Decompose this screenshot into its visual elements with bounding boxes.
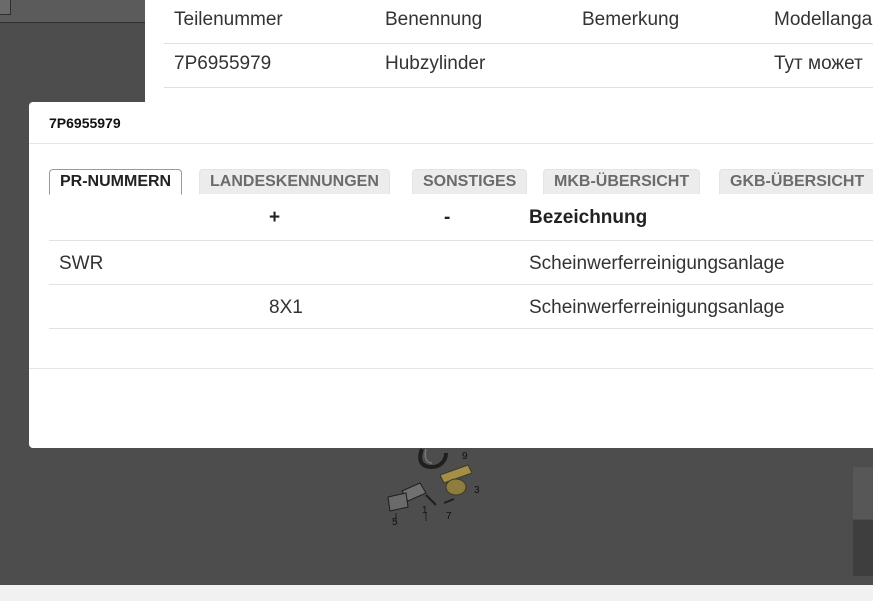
background-side-panel-dark xyxy=(853,520,873,576)
pr-nummern-table: + - Bezeichnung SWR Scheinwerferreinigun… xyxy=(49,195,873,329)
table-header: + - Bezeichnung xyxy=(49,195,873,241)
tab-sonstiges[interactable]: SONSTIGES xyxy=(412,169,528,194)
modal-tabs: PR-NUMMERN LANDESKENNUNGEN SONSTIGES MKB… xyxy=(49,169,873,195)
modal-title: 7P6955979 xyxy=(49,115,121,131)
background-table-header: Teilenummer Benennung Bemerkung Modellan… xyxy=(164,0,873,44)
cell-plus: 8X1 xyxy=(269,297,303,318)
background-cell-benennung: Hubzylinder xyxy=(385,53,486,74)
background-cell-modellangaben: Тут может xyxy=(774,53,863,74)
tab-gkb-uebersicht[interactable]: GKB-ÜBERSICHT xyxy=(719,169,873,194)
background-footer xyxy=(0,585,873,601)
callout-5: 5 xyxy=(392,517,398,528)
background-header-bemerkung: Bemerkung xyxy=(582,9,680,30)
background-header-modellangaben: Modellangaben xyxy=(774,9,873,30)
table-row[interactable]: SWR Scheinwerferreinigungsanlage xyxy=(49,241,873,285)
modal-header: 7P6955979 xyxy=(29,102,873,144)
cell-pr-code: SWR xyxy=(59,253,104,274)
background-toolbar xyxy=(0,0,145,23)
callout-7: 7 xyxy=(446,511,452,522)
background-cell-teilenummer: 7P6955979 xyxy=(174,53,272,74)
cell-bezeichnung: Scheinwerferreinigungsanlage xyxy=(529,297,785,318)
tab-pr-nummern[interactable]: PR-NUMMERN xyxy=(49,169,183,195)
parts-exploded-drawing: 9 3 1 7 5 xyxy=(387,448,480,528)
background-parts-table: Teilenummer Benennung Bemerkung Modellan… xyxy=(145,0,873,103)
background-header-benennung: Benennung xyxy=(385,9,483,30)
cell-bezeichnung: Scheinwerferreinigungsanlage xyxy=(529,253,785,274)
modal-footer-divider xyxy=(29,368,873,369)
header-minus: - xyxy=(444,207,451,228)
table-row[interactable]: 8X1 Scheinwerferreinigungsanlage xyxy=(49,285,873,329)
header-bezeichnung: Bezeichnung xyxy=(529,207,648,228)
background-side-panel xyxy=(853,467,873,519)
background-header-teilenummer: Teilenummer xyxy=(174,9,283,30)
header-plus: + xyxy=(269,207,281,228)
background-table-row[interactable]: 7P6955979 Hubzylinder Тут может xyxy=(164,44,873,88)
callout-1: 1 xyxy=(422,505,428,516)
callout-3: 3 xyxy=(474,485,480,496)
background-corner-control xyxy=(0,0,11,15)
part-details-modal: 7P6955979 PR-NUMMERN LANDESKENNUNGEN SON… xyxy=(29,102,873,448)
tab-mkb-uebersicht[interactable]: MKB-ÜBERSICHT xyxy=(543,169,701,194)
tab-landeskennungen[interactable]: LANDESKENNUNGEN xyxy=(199,169,390,194)
callout-9: 9 xyxy=(462,451,468,462)
